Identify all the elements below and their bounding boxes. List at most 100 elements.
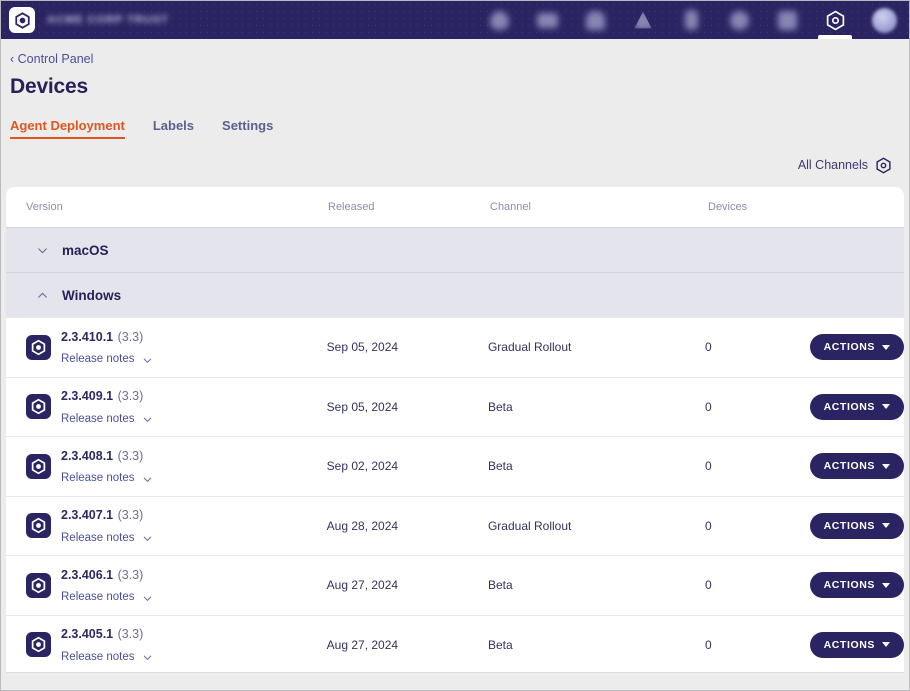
tab-labels[interactable]: Labels	[153, 118, 194, 139]
cell-actions: ACTIONS	[809, 572, 904, 599]
tab-agent-deployment[interactable]: Agent Deployment	[10, 118, 125, 139]
breadcrumb-label: Control Panel	[17, 52, 94, 66]
cell-channel: Gradual Rollout	[487, 340, 572, 355]
actions-button-label: ACTIONS	[823, 519, 876, 532]
page-root: ACME CORP TRUST ‹ Control Panel Devices …	[0, 0, 910, 691]
nav-icon-cloud[interactable]	[523, 1, 571, 39]
table-row: 2.3.407.1 (3.3) Release notes Aug 28, 20…	[6, 495, 904, 555]
nav-icon-devices[interactable]	[667, 1, 715, 39]
actions-button[interactable]: ACTIONS	[809, 334, 904, 361]
shield-icon	[729, 10, 749, 30]
actions-button[interactable]: ACTIONS	[809, 512, 904, 539]
caret-down-icon	[882, 344, 891, 350]
agent-app-icon	[26, 453, 51, 479]
release-notes-label: Release notes	[61, 591, 135, 604]
version-number: 2.3.407.1	[61, 508, 114, 523]
agent-app-icon	[26, 513, 51, 539]
cell-devices: 0	[705, 637, 712, 652]
release-notes-link[interactable]: Release notes	[61, 531, 153, 547]
tab-settings[interactable]: Settings	[222, 118, 273, 139]
channel-filter[interactable]: All Channels	[1, 139, 909, 177]
version-build: (3.3)	[117, 389, 144, 404]
release-notes-link[interactable]: Release notes	[61, 650, 153, 666]
hexagon-logo-icon[interactable]	[9, 7, 35, 33]
cell-version: 2.3.407.1 (3.3) Release notes	[26, 504, 327, 547]
cell-actions: ACTIONS	[809, 393, 904, 420]
actions-button-label: ACTIONS	[823, 341, 876, 354]
release-notes-link[interactable]: Release notes	[61, 471, 153, 487]
cell-released: Sep 02, 2024	[326, 459, 399, 474]
top-navigation-bar: ACME CORP TRUST	[1, 1, 909, 39]
cell-released: Aug 28, 2024	[326, 518, 399, 533]
agent-app-icon	[26, 572, 51, 598]
caret-down-icon	[882, 642, 891, 648]
avatar[interactable]	[859, 1, 909, 39]
actions-button[interactable]: ACTIONS	[809, 631, 904, 658]
version-build: (3.3)	[117, 329, 144, 344]
group-label-windows: Windows	[62, 287, 122, 303]
breadcrumb-control-panel-link[interactable]: ‹ Control Panel	[10, 52, 93, 66]
release-notes-label: Release notes	[61, 650, 135, 663]
cell-actions: ACTIONS	[809, 453, 904, 480]
cell-released: Sep 05, 2024	[326, 340, 399, 355]
chevron-down-icon	[143, 536, 151, 541]
version-number: 2.3.409.1	[61, 389, 114, 404]
breadcrumb-back-glyph: ‹	[10, 52, 15, 66]
caret-down-icon	[882, 582, 891, 588]
actions-button[interactable]: ACTIONS	[809, 453, 904, 480]
nav-icon-apps[interactable]	[763, 1, 811, 39]
release-notes-link[interactable]: Release notes	[61, 412, 153, 428]
release-notes-link[interactable]: Release notes	[61, 352, 153, 368]
caret-down-icon	[882, 404, 891, 410]
version-number: 2.3.408.1	[61, 448, 114, 463]
channel-filter-label: All Channels	[797, 158, 868, 172]
version-text-block: 2.3.406.1 (3.3) Release notes	[61, 564, 153, 607]
actions-button[interactable]: ACTIONS	[809, 572, 904, 599]
cell-actions: ACTIONS	[809, 631, 904, 658]
agent-app-icon	[26, 394, 51, 420]
table-row: 2.3.408.1 (3.3) Release notes Sep 02, 20…	[6, 436, 904, 496]
nav-icon-alerts[interactable]	[571, 1, 619, 39]
table-row: 2.3.405.1 (3.3) Release notes Aug 27, 20…	[6, 614, 904, 672]
release-notes-link[interactable]: Release notes	[61, 590, 153, 606]
group-row-macos[interactable]: macOS	[6, 227, 904, 272]
table-row: 2.3.406.1 (3.3) Release notes Aug 27, 20…	[6, 555, 904, 615]
release-notes-label: Release notes	[61, 472, 135, 485]
cell-channel: Gradual Rollout	[487, 518, 572, 533]
chevron-up-icon	[34, 287, 50, 303]
actions-button[interactable]: ACTIONS	[809, 393, 904, 420]
cell-version: 2.3.409.1 (3.3) Release notes	[26, 385, 327, 428]
release-notes-label: Release notes	[61, 353, 135, 366]
group-row-windows[interactable]: Windows	[6, 272, 904, 317]
nav-icon-dashboard[interactable]	[475, 1, 523, 39]
table-header-row: Version Released Channel Devices	[6, 187, 904, 227]
cell-devices: 0	[705, 578, 712, 593]
actions-button-label: ACTIONS	[823, 460, 876, 473]
cell-devices: 0	[705, 399, 712, 414]
cell-version: 2.3.406.1 (3.3) Release notes	[26, 564, 327, 607]
table-row: 2.3.410.1 (3.3) Release notes Sep 05, 20…	[6, 317, 904, 377]
cell-released: Aug 27, 2024	[326, 637, 399, 652]
apps-icon	[777, 10, 797, 30]
version-number: 2.3.405.1	[61, 627, 114, 642]
cell-released: Aug 27, 2024	[326, 578, 399, 593]
version-text-block: 2.3.405.1 (3.3) Release notes	[61, 623, 153, 666]
chevron-down-icon	[34, 242, 50, 258]
column-header-released: Released	[328, 201, 375, 213]
nav-icon-shield[interactable]	[715, 1, 763, 39]
nav-icon-reports[interactable]	[619, 1, 667, 39]
versions-table: Version Released Channel Devices macOS W…	[6, 187, 904, 673]
nav-icon-settings[interactable]	[811, 1, 859, 39]
version-text-block: 2.3.408.1 (3.3) Release notes	[61, 445, 153, 488]
agent-app-icon	[26, 632, 51, 658]
version-text-block: 2.3.407.1 (3.3) Release notes	[61, 504, 153, 547]
chevron-down-icon	[143, 477, 151, 482]
brand-name: ACME CORP TRUST	[47, 14, 169, 26]
avatar-image	[871, 7, 897, 33]
hexagon-gear-filter-icon[interactable]	[875, 156, 892, 174]
release-notes-label: Release notes	[61, 412, 135, 425]
cell-channel: Beta	[487, 578, 513, 593]
caret-down-icon	[882, 463, 891, 469]
cell-version: 2.3.410.1 (3.3) Release notes	[26, 326, 327, 369]
actions-button-label: ACTIONS	[823, 638, 876, 651]
